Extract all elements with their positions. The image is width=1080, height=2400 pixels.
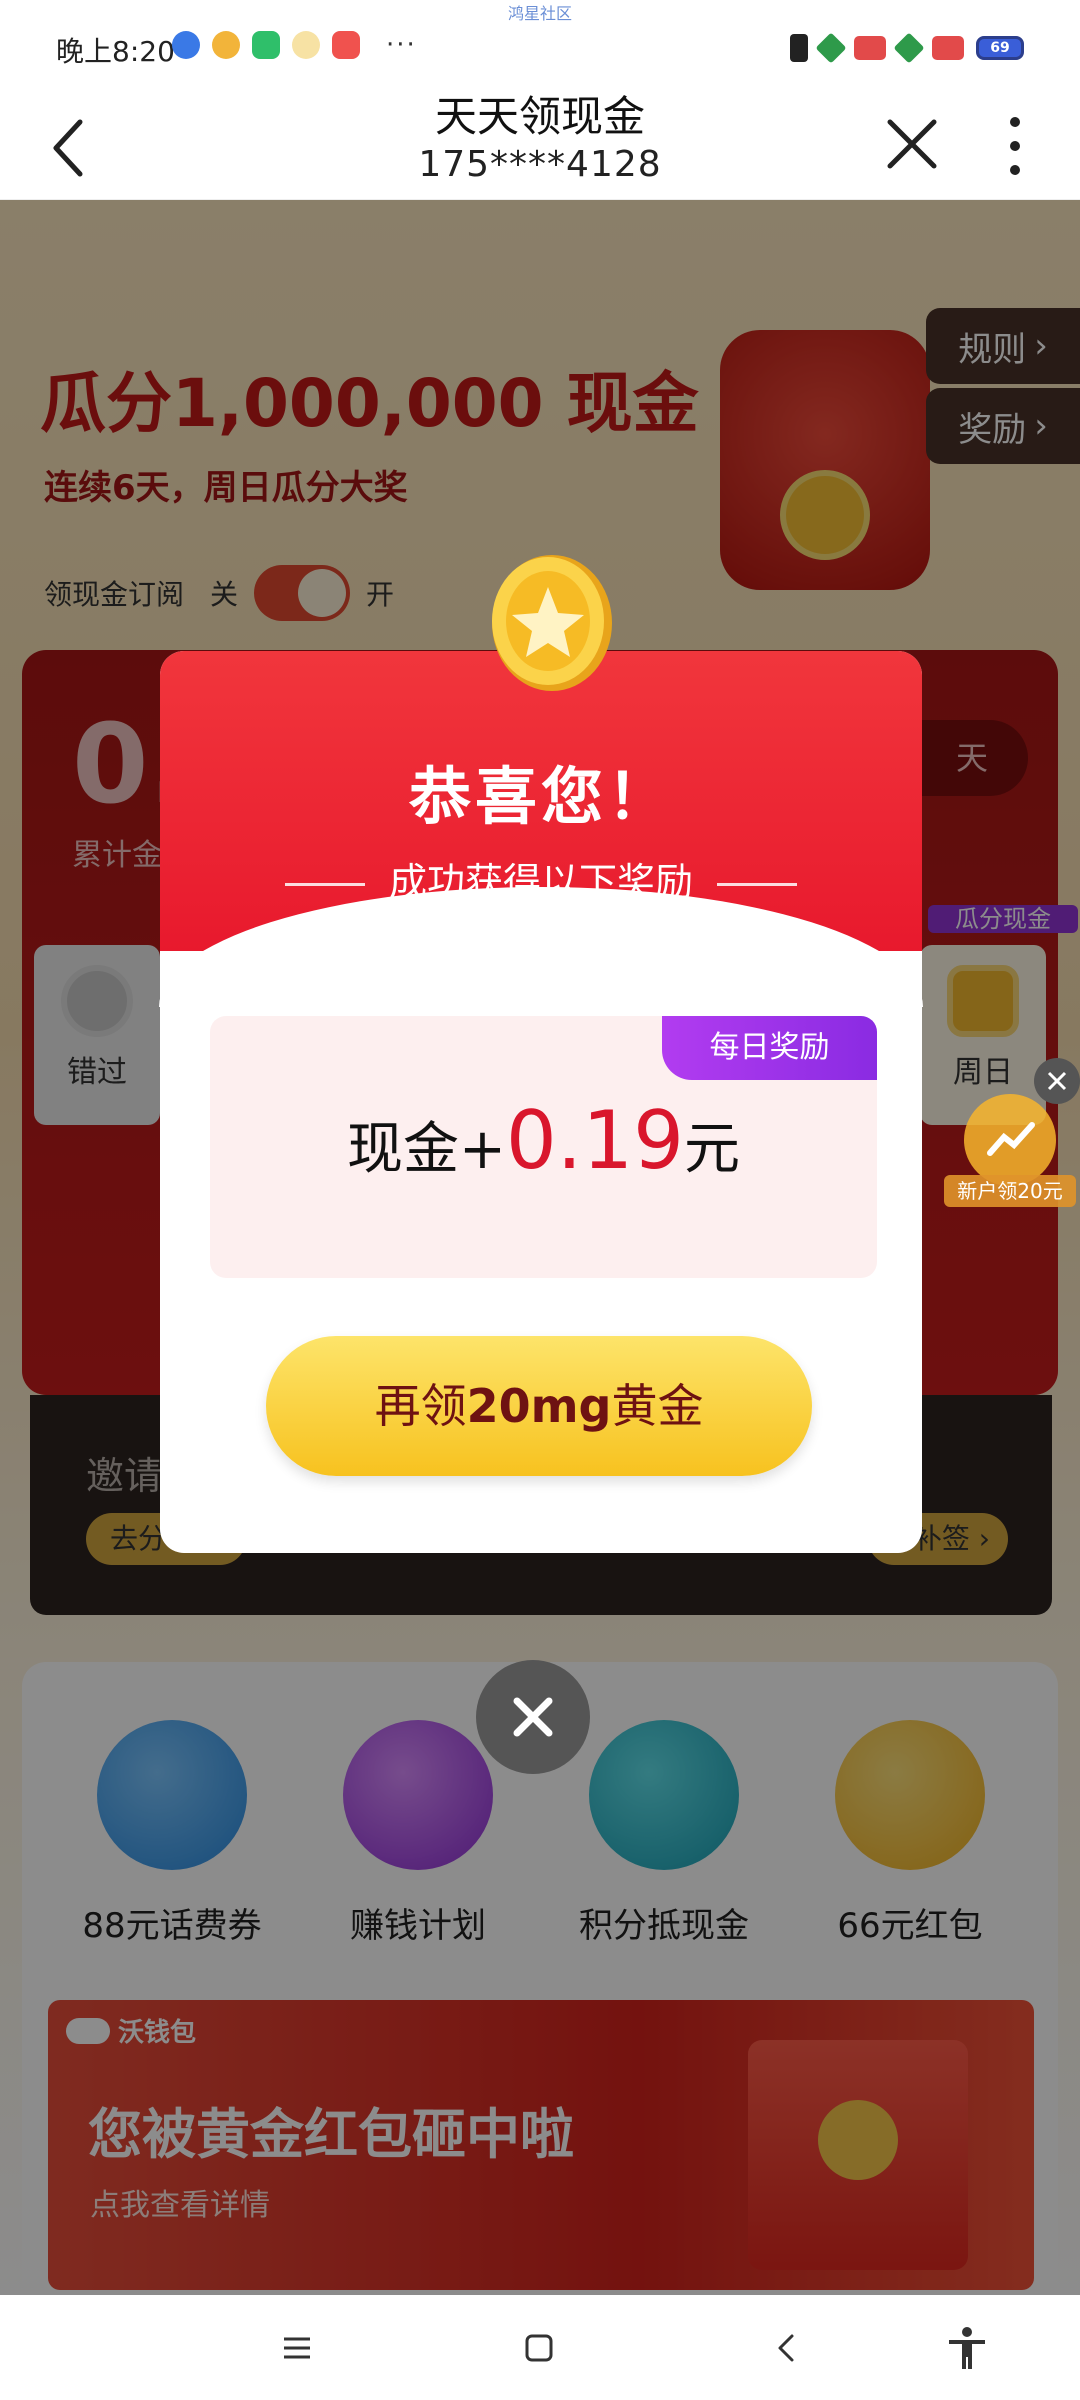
app-badge-icon bbox=[815, 32, 847, 64]
watermark-text: 鸿星社区 bbox=[507, 4, 572, 23]
status-bar: 鸿星社区 晚上8:20 ··· 69 bbox=[0, 0, 1080, 92]
new-user-badge-label: 新户领20元 bbox=[957, 1179, 1062, 1203]
menu-icon[interactable] bbox=[274, 2325, 320, 2371]
status-time: 晚上8:20 bbox=[56, 35, 175, 68]
reward-popup: 恭喜您！ 成功获得以下奖励 每日奖励 现金+0.19元 再领20mg黄金 bbox=[159, 555, 923, 1553]
chat-app-icon bbox=[292, 31, 320, 59]
more-notifications-icon: ··· bbox=[386, 30, 417, 60]
more-options-icon[interactable] bbox=[990, 108, 1040, 184]
notification-icons: ··· bbox=[172, 30, 417, 60]
cta-suffix: 黄金 bbox=[611, 1379, 704, 1433]
popup-close-button[interactable] bbox=[476, 1660, 590, 1774]
accessibility-icon[interactable] bbox=[944, 2325, 990, 2371]
popup-subtitle: 成功获得以下奖励 bbox=[160, 851, 922, 906]
gold-coin-icon bbox=[478, 543, 618, 703]
system-icons: 69 bbox=[790, 32, 1024, 64]
battery-icon: 69 bbox=[976, 36, 1024, 60]
congrats-title: 恭喜您！ bbox=[408, 760, 673, 833]
sun-app-icon bbox=[212, 31, 240, 59]
store-app-icon bbox=[252, 31, 280, 59]
reward-box: 每日奖励 现金+0.19元 bbox=[210, 1016, 877, 1278]
claim-gold-button[interactable]: 再领20mg黄金 bbox=[266, 1336, 812, 1476]
amount-unit: 元 bbox=[684, 1117, 741, 1182]
divider-left bbox=[284, 883, 365, 886]
video-app-icon bbox=[332, 31, 360, 59]
app-badge-icon bbox=[893, 32, 925, 64]
home-icon[interactable] bbox=[516, 2325, 562, 2371]
moon-app-icon bbox=[172, 31, 200, 59]
cta-amount: 20mg bbox=[466, 1379, 612, 1433]
divider-right bbox=[717, 883, 797, 886]
navigation-header: 天天领现金 175****4128 bbox=[0, 92, 1080, 200]
calendar-icon bbox=[932, 36, 964, 60]
close-icon bbox=[513, 1697, 553, 1737]
back-nav-icon[interactable] bbox=[764, 2325, 810, 2371]
amount-prefix: 现金+ bbox=[346, 1117, 506, 1182]
amount-value: 0.19 bbox=[505, 1094, 685, 1187]
reward-amount: 现金+0.19元 bbox=[210, 1094, 877, 1187]
cta-prefix: 再领 bbox=[374, 1379, 467, 1433]
system-navigation-bar bbox=[0, 2295, 1080, 2400]
popup-subtitle-text: 成功获得以下奖励 bbox=[388, 860, 693, 904]
daily-reward-tag: 每日奖励 bbox=[662, 1016, 877, 1080]
badge-close-icon[interactable] bbox=[1034, 1058, 1080, 1104]
calendar-icon bbox=[854, 36, 886, 60]
bluetooth-icon bbox=[790, 34, 808, 62]
close-icon[interactable] bbox=[880, 112, 944, 176]
